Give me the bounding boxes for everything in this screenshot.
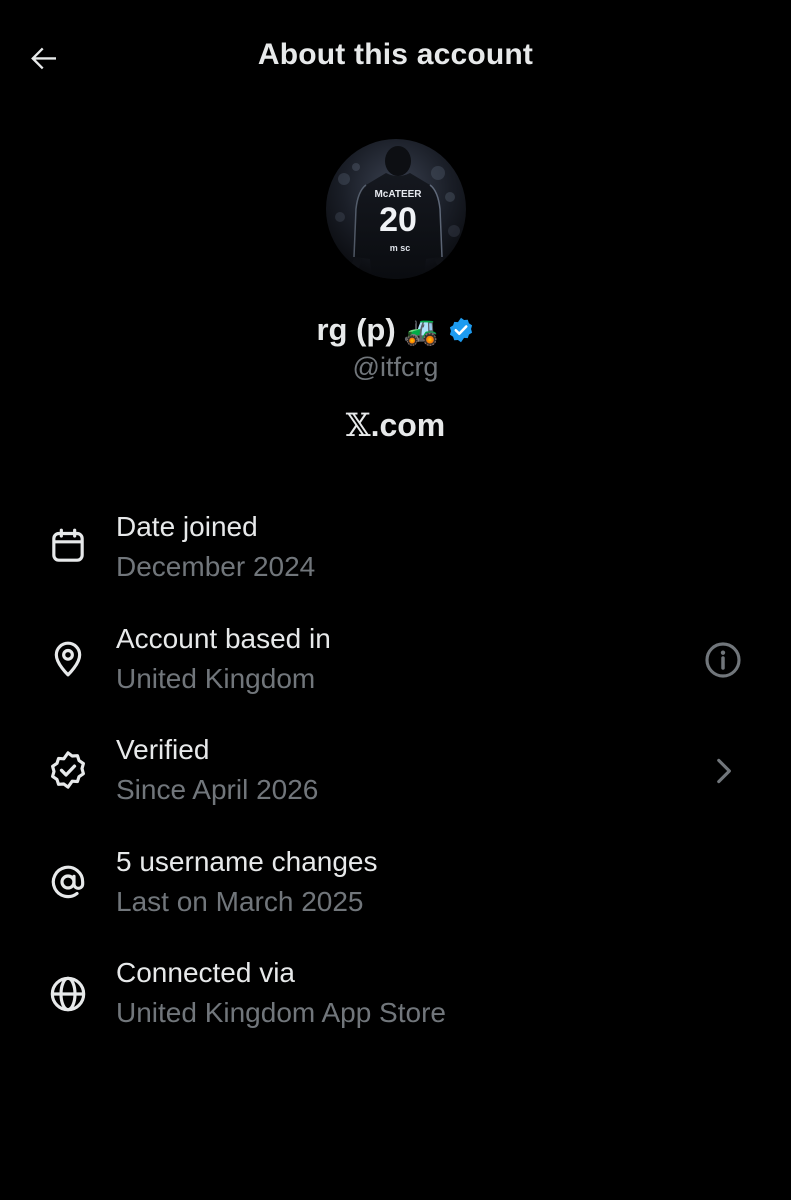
name-row: rg (p) 🚜: [0, 308, 791, 352]
verified-outline-icon: [46, 748, 90, 792]
x-logo-glyph: 𝕏: [345, 406, 371, 444]
verified-chevron-button[interactable]: [700, 748, 746, 794]
username-changes-label: 5 username changes: [116, 846, 378, 877]
location-pin-icon: [46, 637, 90, 681]
username-changes-value: Last on March 2025: [116, 886, 364, 917]
globe-icon: [46, 972, 90, 1016]
info-row-username-changes: 5 username changes Last on March 2025: [0, 835, 791, 935]
verified-label: Verified: [116, 734, 210, 765]
jersey-sponsor: m sc: [390, 243, 411, 253]
verified-badge-icon[interactable]: [447, 316, 475, 344]
top-bar: About this account: [0, 0, 791, 118]
username-handle: @itfcrg: [352, 352, 439, 382]
info-row-account-based-in: Account based in United Kingdom: [0, 612, 791, 712]
jersey-name: McATEER: [374, 189, 422, 200]
jersey-number: 20: [379, 201, 417, 239]
page-title: About this account: [257, 38, 534, 71]
calendar-icon: [46, 524, 90, 568]
chevron-right-icon: [717, 758, 731, 784]
avatar[interactable]: McATEER 20 m sc: [326, 139, 466, 279]
date-joined-value: December 2024: [116, 551, 316, 582]
connected-via-label: Connected via: [116, 957, 296, 988]
info-row-date-joined: Date joined December 2024: [0, 500, 791, 600]
site-domain: .com: [370, 407, 446, 443]
date-joined-label: Date joined: [116, 511, 258, 542]
info-row-verified[interactable]: Verified Since April 2026: [0, 723, 791, 823]
verified-value: Since April 2026: [116, 774, 319, 805]
info-button[interactable]: [700, 637, 746, 683]
avatar-image: McATEER 20 m sc: [326, 139, 466, 279]
connected-via-value: United Kingdom App Store: [116, 997, 446, 1028]
at-sign-icon: [46, 860, 90, 904]
display-name: rg (p): [316, 312, 396, 347]
tractor-emoji: 🚜: [403, 314, 439, 346]
account-based-in-value: United Kingdom: [116, 663, 316, 694]
account-based-in-label: Account based in: [116, 623, 331, 654]
info-row-connected-via: Connected via United Kingdom App Store: [0, 946, 791, 1046]
platform-site: 𝕏.com: [0, 406, 791, 444]
info-icon: [705, 642, 741, 678]
